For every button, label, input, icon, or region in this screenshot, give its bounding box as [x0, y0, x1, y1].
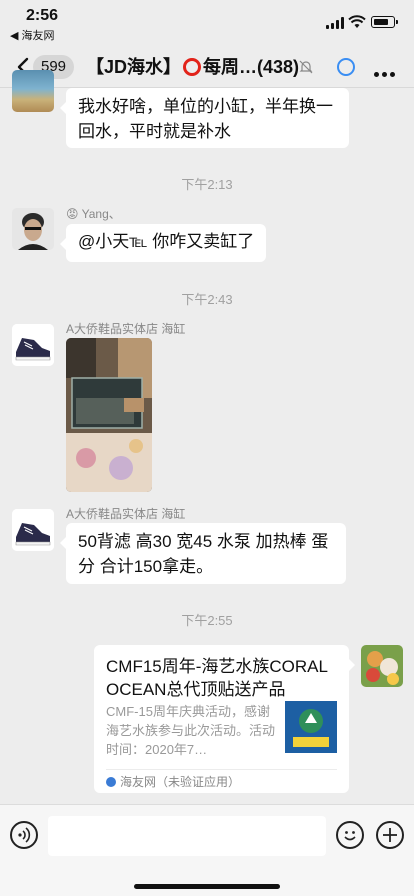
message-bubble[interactable]: 50背滤 高30 宽45 水泵 加热棒 蛋分 合计150拿走。	[60, 523, 346, 584]
chat-title: 【JD海水】 每周…(438)	[86, 54, 300, 80]
sender-name: A大侨鞋品实体店 海缸	[66, 322, 186, 336]
plus-icon	[383, 828, 397, 842]
avatar[interactable]	[12, 324, 54, 366]
sender-name: 😡 Yang、	[66, 207, 121, 221]
mini-program-icon[interactable]	[337, 58, 355, 76]
voice-wave-icon	[18, 827, 31, 843]
more-functions-button[interactable]	[376, 821, 404, 849]
emoji-button[interactable]	[336, 821, 364, 849]
smiley-icon	[344, 831, 356, 841]
more-options-icon[interactable]	[374, 64, 398, 82]
message-bubble[interactable]: @小天℡ 你咋又卖缸了	[59, 224, 267, 262]
link-card[interactable]: CMF15周年-海艺水族CORAL OCEAN总代顶贴送产品 CMF-15周年庆…	[94, 645, 355, 793]
aquarium-photo	[66, 338, 152, 492]
voice-input-button[interactable]	[10, 821, 38, 849]
battery-icon	[371, 16, 398, 28]
signal-icon	[326, 17, 344, 29]
chat-title-prefix: 【JD海水】	[86, 57, 182, 77]
timestamp: 下午2:55	[181, 613, 233, 628]
photo-message[interactable]	[66, 338, 152, 492]
status-time: 2:56	[26, 7, 59, 24]
chat-title-suffix: 每周…(438)	[203, 57, 300, 77]
message-text: 我水好啥，单位的小缸，半年换一回水，平时就是补水	[78, 97, 333, 141]
input-bar	[0, 804, 414, 896]
status-bar: 2:56 ◀ 海友网	[0, 0, 414, 44]
timestamp: 下午2:43	[181, 292, 233, 307]
message-bubble[interactable]: 我水好啥，单位的小缸，半年换一回水，平时就是补水	[60, 88, 349, 148]
back-to-app-link[interactable]: ◀ 海友网	[10, 27, 55, 43]
avatar[interactable]	[12, 70, 54, 112]
card-thumbnail	[285, 701, 337, 753]
card-divider	[106, 769, 337, 770]
red-circle-icon	[183, 58, 202, 76]
card-source: 海友网（未验证应用）	[106, 773, 240, 790]
message-input[interactable]	[48, 816, 326, 856]
message-text: @小天℡ 你咋又卖缸了	[78, 232, 255, 251]
wifi-icon	[348, 15, 366, 28]
avatar[interactable]	[12, 208, 54, 250]
avatar[interactable]	[12, 509, 54, 551]
my-avatar[interactable]	[361, 645, 403, 687]
mute-bell-icon	[299, 60, 313, 74]
home-indicator	[134, 884, 280, 889]
sender-name: A大侨鞋品实体店 海缸	[66, 507, 186, 521]
timestamp: 下午2:13	[181, 177, 233, 192]
chat-header: 599 【JD海水】 每周…(438)	[0, 44, 414, 88]
message-text: 50背滤 高30 宽45 水泵 加热棒 蛋分 合计150拿走。	[78, 532, 329, 576]
card-description: CMF-15周年庆典活动，感谢海艺水族参与此次活动。活动时间：2020年7…	[106, 704, 276, 757]
app-source-icon	[106, 777, 116, 787]
card-title: CMF15周年-海艺水族CORAL OCEAN总代顶贴送产品	[106, 657, 328, 699]
face-emoji-icon: 😡	[66, 207, 79, 221]
